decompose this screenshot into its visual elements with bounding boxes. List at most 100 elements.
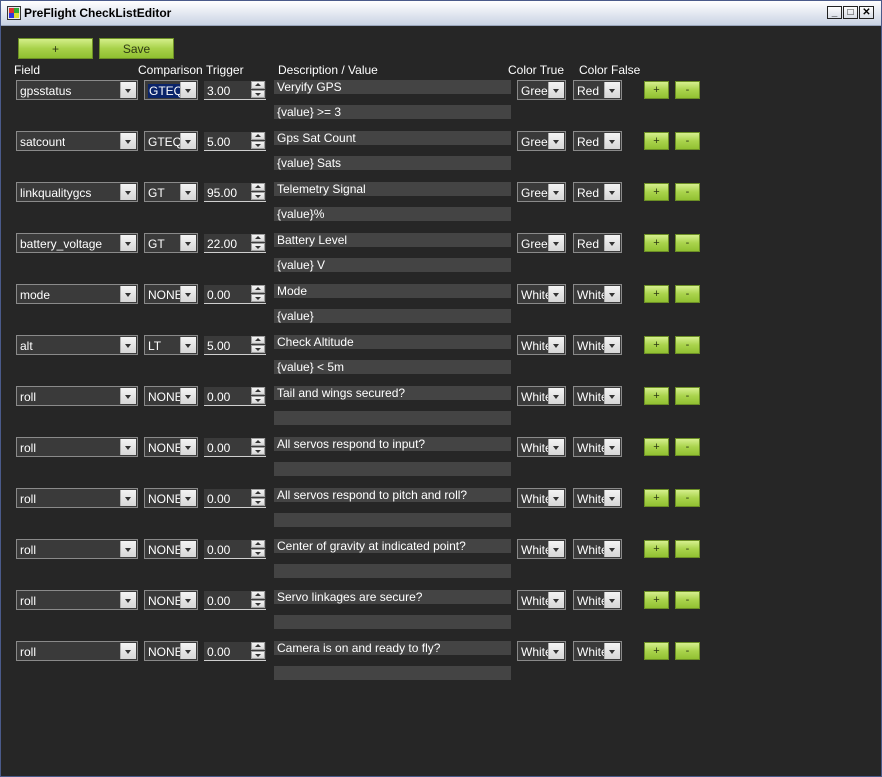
chevron-down-icon[interactable]: [548, 643, 564, 659]
chevron-down-icon[interactable]: [604, 541, 620, 557]
trigger-spinner[interactable]: 0.00: [204, 285, 266, 304]
spin-down-icon[interactable]: [251, 600, 265, 608]
chevron-down-icon[interactable]: [548, 133, 564, 149]
value-format-field[interactable]: {value} Sats: [274, 156, 511, 170]
trigger-spinner[interactable]: 3.00: [204, 81, 266, 100]
comparison-combobox[interactable]: NONE: [144, 284, 198, 304]
value-format-field[interactable]: [274, 666, 511, 680]
color-true-combobox[interactable]: Green: [517, 131, 566, 151]
row-add-button[interactable]: +: [644, 234, 669, 252]
row-add-button[interactable]: +: [644, 438, 669, 456]
comparison-combobox[interactable]: NONE: [144, 641, 198, 661]
row-add-button[interactable]: +: [644, 183, 669, 201]
chevron-down-icon[interactable]: [180, 643, 196, 659]
chevron-down-icon[interactable]: [120, 82, 136, 98]
row-remove-button[interactable]: -: [675, 591, 700, 609]
trigger-spinner[interactable]: 0.00: [204, 591, 266, 610]
description-field[interactable]: Mode: [274, 284, 511, 298]
chevron-down-icon[interactable]: [120, 184, 136, 200]
description-field[interactable]: All servos respond to pitch and roll?: [274, 488, 511, 502]
color-false-combobox[interactable]: Red: [573, 182, 622, 202]
color-false-combobox[interactable]: Red: [573, 131, 622, 151]
value-format-field[interactable]: {value} V: [274, 258, 511, 272]
value-format-field[interactable]: {value}: [274, 309, 511, 323]
spin-up-icon[interactable]: [251, 234, 265, 242]
chevron-down-icon[interactable]: [120, 439, 136, 455]
value-format-field[interactable]: {value}%: [274, 207, 511, 221]
chevron-down-icon[interactable]: [604, 337, 620, 353]
row-remove-button[interactable]: -: [675, 387, 700, 405]
comparison-combobox[interactable]: LT: [144, 335, 198, 355]
row-add-button[interactable]: +: [644, 387, 669, 405]
chevron-down-icon[interactable]: [120, 388, 136, 404]
field-combobox[interactable]: gpsstatus: [16, 80, 138, 100]
spin-down-icon[interactable]: [251, 651, 265, 659]
spin-down-icon[interactable]: [251, 396, 265, 404]
color-true-combobox[interactable]: White: [517, 641, 566, 661]
color-true-combobox[interactable]: White: [517, 488, 566, 508]
chevron-down-icon[interactable]: [180, 592, 196, 608]
value-format-field[interactable]: [274, 411, 511, 425]
spin-down-icon[interactable]: [251, 549, 265, 557]
maximize-icon[interactable]: □: [843, 6, 858, 19]
chevron-down-icon[interactable]: [180, 388, 196, 404]
chevron-down-icon[interactable]: [548, 82, 564, 98]
row-remove-button[interactable]: -: [675, 540, 700, 558]
chevron-down-icon[interactable]: [120, 541, 136, 557]
row-remove-button[interactable]: -: [675, 438, 700, 456]
description-field[interactable]: Gps Sat Count: [274, 131, 511, 145]
color-true-combobox[interactable]: Green: [517, 182, 566, 202]
row-remove-button[interactable]: -: [675, 234, 700, 252]
chevron-down-icon[interactable]: [120, 337, 136, 353]
trigger-spinner[interactable]: 0.00: [204, 489, 266, 508]
spin-down-icon[interactable]: [251, 90, 265, 98]
color-true-combobox[interactable]: White: [517, 335, 566, 355]
row-remove-button[interactable]: -: [675, 81, 700, 99]
spin-down-icon[interactable]: [251, 294, 265, 302]
chevron-down-icon[interactable]: [120, 286, 136, 302]
value-format-field[interactable]: [274, 513, 511, 527]
color-false-combobox[interactable]: White: [573, 335, 622, 355]
trigger-spinner[interactable]: 0.00: [204, 387, 266, 406]
comparison-combobox[interactable]: GT: [144, 233, 198, 253]
trigger-spinner[interactable]: 5.00: [204, 336, 266, 355]
row-remove-button[interactable]: -: [675, 132, 700, 150]
color-true-combobox[interactable]: Green: [517, 233, 566, 253]
color-false-combobox[interactable]: White: [573, 437, 622, 457]
description-field[interactable]: Camera is on and ready to fly?: [274, 641, 511, 655]
spin-up-icon[interactable]: [251, 336, 265, 344]
field-combobox[interactable]: roll: [16, 386, 138, 406]
field-combobox[interactable]: roll: [16, 539, 138, 559]
description-field[interactable]: Check Altitude: [274, 335, 511, 349]
chevron-down-icon[interactable]: [180, 337, 196, 353]
chevron-down-icon[interactable]: [180, 439, 196, 455]
field-combobox[interactable]: mode: [16, 284, 138, 304]
value-format-field[interactable]: {value} < 5m: [274, 360, 511, 374]
row-add-button[interactable]: +: [644, 540, 669, 558]
description-field[interactable]: Battery Level: [274, 233, 511, 247]
chevron-down-icon[interactable]: [548, 286, 564, 302]
save-button[interactable]: Save: [99, 38, 174, 59]
chevron-down-icon[interactable]: [180, 286, 196, 302]
chevron-down-icon[interactable]: [604, 184, 620, 200]
chevron-down-icon[interactable]: [180, 541, 196, 557]
comparison-combobox[interactable]: NONE: [144, 539, 198, 559]
color-false-combobox[interactable]: White: [573, 590, 622, 610]
color-false-combobox[interactable]: White: [573, 641, 622, 661]
spin-up-icon[interactable]: [251, 540, 265, 548]
color-true-combobox[interactable]: White: [517, 284, 566, 304]
color-false-combobox[interactable]: White: [573, 386, 622, 406]
chevron-down-icon[interactable]: [548, 184, 564, 200]
spin-up-icon[interactable]: [251, 81, 265, 89]
add-row-button[interactable]: +: [18, 38, 93, 59]
chevron-down-icon[interactable]: [604, 388, 620, 404]
row-remove-button[interactable]: -: [675, 489, 700, 507]
chevron-down-icon[interactable]: [180, 490, 196, 506]
row-remove-button[interactable]: -: [675, 336, 700, 354]
row-add-button[interactable]: +: [644, 591, 669, 609]
spin-up-icon[interactable]: [251, 438, 265, 446]
chevron-down-icon[interactable]: [604, 592, 620, 608]
description-field[interactable]: Telemetry Signal: [274, 182, 511, 196]
chevron-down-icon[interactable]: [548, 439, 564, 455]
chevron-down-icon[interactable]: [604, 286, 620, 302]
